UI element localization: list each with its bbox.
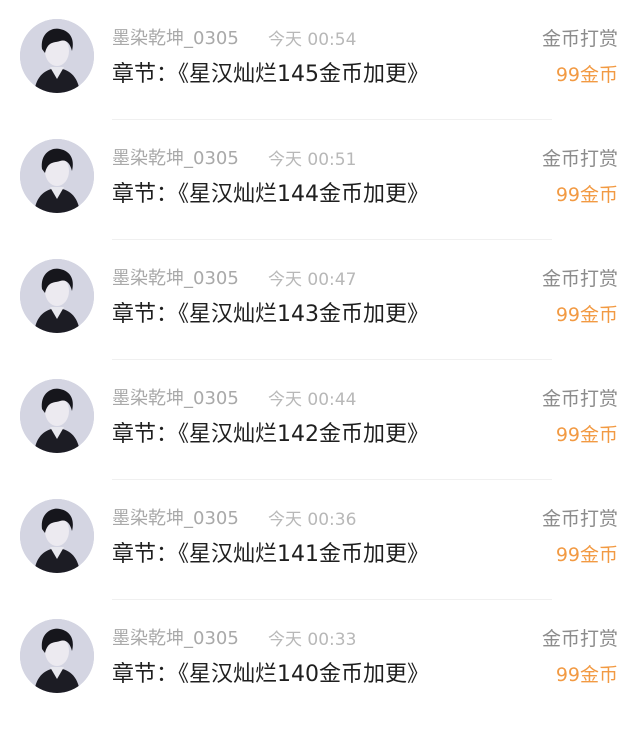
reward-amount: 99金币: [555, 664, 618, 686]
chapter-title: 章节：《星汉灿烂140金币加更》: [112, 662, 429, 687]
reward-list-item[interactable]: 墨染乾坤_0305 今天 00:47 章节：《星汉灿烂143金币加更》 金币打赏…: [0, 240, 640, 360]
reward-type-label: 金币打赏: [541, 148, 618, 170]
reward-time: 今天 00:44: [268, 390, 357, 410]
user-avatar-icon[interactable]: [20, 379, 94, 453]
user-avatar-icon[interactable]: [20, 619, 94, 693]
user-avatar-icon[interactable]: [20, 19, 94, 93]
reward-amount: 99金币: [555, 304, 618, 326]
reward-amount: 99金币: [555, 184, 618, 206]
reward-amount: 99金币: [555, 424, 618, 446]
username[interactable]: 墨染乾坤_0305: [112, 628, 239, 650]
reward-time: 今天 00:33: [268, 630, 357, 650]
reward-type-label: 金币打赏: [541, 268, 618, 290]
username[interactable]: 墨染乾坤_0305: [112, 28, 239, 50]
username[interactable]: 墨染乾坤_0305: [112, 148, 239, 170]
reward-time: 今天 00:36: [268, 510, 357, 530]
reward-type-label: 金币打赏: [541, 28, 618, 50]
reward-list-item[interactable]: 墨染乾坤_0305 今天 00:36 章节：《星汉灿烂141金币加更》 金币打赏…: [0, 480, 640, 600]
reward-time: 今天 00:51: [268, 150, 357, 170]
reward-type-label: 金币打赏: [541, 508, 618, 530]
user-avatar-icon[interactable]: [20, 499, 94, 573]
username[interactable]: 墨染乾坤_0305: [112, 388, 239, 410]
username[interactable]: 墨染乾坤_0305: [112, 508, 239, 530]
user-avatar-icon[interactable]: [20, 259, 94, 333]
reward-type-label: 金币打赏: [541, 628, 618, 650]
chapter-title: 章节：《星汉灿烂142金币加更》: [112, 422, 429, 447]
reward-amount: 99金币: [555, 64, 618, 86]
chapter-title: 章节：《星汉灿烂141金币加更》: [112, 542, 429, 567]
user-avatar-icon[interactable]: [20, 139, 94, 213]
reward-list-item[interactable]: 墨染乾坤_0305 今天 00:54 章节：《星汉灿烂145金币加更》 金币打赏…: [0, 0, 640, 120]
reward-time: 今天 00:47: [268, 270, 357, 290]
reward-amount: 99金币: [555, 544, 618, 566]
reward-list-item[interactable]: 墨染乾坤_0305 今天 00:33 章节：《星汉灿烂140金币加更》 金币打赏…: [0, 600, 640, 720]
reward-type-label: 金币打赏: [541, 388, 618, 410]
username[interactable]: 墨染乾坤_0305: [112, 268, 239, 290]
reward-time: 今天 00:54: [268, 30, 357, 50]
chapter-title: 章节：《星汉灿烂143金币加更》: [112, 302, 429, 327]
reward-list-item[interactable]: 墨染乾坤_0305 今天 00:51 章节：《星汉灿烂144金币加更》 金币打赏…: [0, 120, 640, 240]
reward-list-item[interactable]: 墨染乾坤_0305 今天 00:44 章节：《星汉灿烂142金币加更》 金币打赏…: [0, 360, 640, 480]
chapter-title: 章节：《星汉灿烂145金币加更》: [112, 62, 429, 87]
chapter-title: 章节：《星汉灿烂144金币加更》: [112, 182, 429, 207]
